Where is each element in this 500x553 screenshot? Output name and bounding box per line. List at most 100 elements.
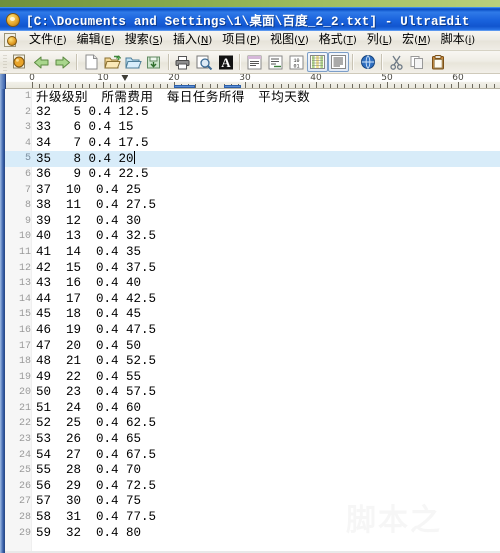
back-arrow-icon[interactable] — [31, 52, 52, 72]
editor-line[interactable]: 20 50 23 0.4 57.5 — [5, 385, 500, 401]
editor-line[interactable]: 7 37 10 0.4 25 — [5, 183, 500, 199]
column-mode-icon[interactable] — [307, 52, 328, 72]
editor-line[interactable]: 11 41 14 0.4 35 — [5, 245, 500, 261]
hex-edit-icon[interactable]: 10 01 — [286, 52, 307, 72]
line-text[interactable]: 48 21 0.4 52.5 — [36, 354, 156, 370]
open-file-icon[interactable] — [102, 52, 123, 72]
forward-arrow-icon[interactable] — [52, 52, 73, 72]
menu-item-view[interactable]: 视图(V) — [265, 31, 314, 50]
save-all-icon[interactable] — [144, 52, 165, 72]
editor-line[interactable]: 18 48 21 0.4 52.5 — [5, 354, 500, 370]
editor-line[interactable]: 16 46 19 0.4 47.5 — [5, 323, 500, 339]
editor-line[interactable]: 21 51 24 0.4 60 — [5, 401, 500, 417]
editor-line[interactable]: 25 55 28 0.4 70 — [5, 463, 500, 479]
ruler-indent-marker[interactable] — [223, 85, 241, 88]
document-ball-icon[interactable] — [4, 33, 19, 48]
editor-line[interactable]: 27 57 30 0.4 75 — [5, 494, 500, 510]
editor-line[interactable]: 23 53 26 0.4 65 — [5, 432, 500, 448]
line-text[interactable]: 50 23 0.4 57.5 — [36, 385, 156, 401]
ruler-tick — [60, 84, 62, 88]
line-text[interactable]: 54 27 0.4 67.5 — [36, 448, 156, 464]
line-text[interactable]: 55 28 0.4 70 — [36, 463, 141, 479]
ruler-tick — [287, 84, 289, 88]
editor-line[interactable]: 6 36 9 0.4 22.5 — [5, 167, 500, 183]
menu-item-macro[interactable]: 宏(M) — [397, 31, 435, 50]
editor-line[interactable]: 29 59 32 0.4 80 — [5, 526, 500, 542]
line-text[interactable]: 56 29 0.4 72.5 — [36, 479, 156, 495]
code-text-area[interactable]: 1 升级级别 所需费用 每日任务所得 平均天数 2 32 5 0.4 12.5 3 33 … — [5, 89, 500, 553]
line-text[interactable]: 58 31 0.4 77.5 — [36, 510, 156, 526]
editor-line[interactable]: 4 34 7 0.4 17.5 — [5, 136, 500, 152]
menu-item-format[interactable]: 格式(T) — [314, 31, 362, 50]
title-bar[interactable]: [C:\Documents and Settings\1\桌面\百度_2_2.t… — [0, 7, 500, 31]
editor-line[interactable]: 5 35 8 0.4 20 — [5, 151, 500, 167]
menu-item-file[interactable]: 文件(F) — [24, 31, 72, 50]
line-text[interactable]: 45 18 0.4 45 — [36, 307, 141, 323]
line-text[interactable]: 52 25 0.4 62.5 — [36, 416, 156, 432]
editor-line[interactable]: 24 54 27 0.4 67.5 — [5, 448, 500, 464]
line-text[interactable]: 33 6 0.4 15 — [36, 120, 134, 136]
ruler-tick — [323, 84, 325, 88]
line-text[interactable]: 35 8 0.4 20 — [36, 151, 135, 168]
ruler-indent-marker[interactable] — [174, 85, 196, 88]
line-text[interactable]: 43 16 0.4 40 — [36, 276, 141, 292]
line-text[interactable]: 39 12 0.4 30 — [36, 214, 141, 230]
line-text[interactable]: 37 10 0.4 25 — [36, 183, 141, 199]
menu-item-edit[interactable]: 编辑(E) — [72, 31, 120, 50]
editor-line[interactable]: 2 32 5 0.4 12.5 — [5, 105, 500, 121]
editor-line[interactable]: 28 58 31 0.4 77.5 — [5, 510, 500, 526]
editor-line[interactable]: 26 56 29 0.4 72.5 — [5, 479, 500, 495]
cut-icon[interactable] — [386, 52, 407, 72]
editor-line[interactable]: 14 44 17 0.4 42.5 — [5, 292, 500, 308]
line-text[interactable]: 32 5 0.4 12.5 — [36, 105, 149, 121]
line-text[interactable]: 44 17 0.4 42.5 — [36, 292, 156, 308]
paste-icon[interactable] — [428, 52, 449, 72]
line-number: 25 — [18, 465, 31, 477]
line-text[interactable]: 40 13 0.4 32.5 — [36, 229, 156, 245]
save-file-icon[interactable] — [123, 52, 144, 72]
font-icon[interactable]: A — [215, 52, 236, 72]
menu-item-search[interactable]: 搜索(S) — [120, 31, 168, 50]
line-text[interactable]: 46 19 0.4 47.5 — [36, 323, 156, 339]
print-icon[interactable] — [173, 52, 194, 72]
line-text[interactable]: 升级级别 所需费用 每日任务所得 平均天数 — [36, 89, 310, 105]
editor-line[interactable]: 1 升级级别 所需费用 每日任务所得 平均天数 — [5, 89, 500, 105]
new-project-icon[interactable] — [10, 52, 31, 72]
editor-line[interactable]: 3 33 6 0.4 15 — [5, 120, 500, 136]
line-text[interactable]: 38 11 0.4 27.5 — [36, 198, 156, 214]
menu-item-project[interactable]: 项目(P) — [217, 31, 265, 50]
line-text[interactable]: 49 22 0.4 55 — [36, 370, 141, 386]
editor-line[interactable]: 15 45 18 0.4 45 — [5, 307, 500, 323]
ruler-tick — [46, 84, 48, 88]
editor-line[interactable]: 9 39 12 0.4 30 — [5, 214, 500, 230]
editor-line[interactable]: 22 52 25 0.4 62.5 — [5, 416, 500, 432]
line-text[interactable]: 36 9 0.4 22.5 — [36, 167, 149, 183]
ruler-tab-marker[interactable] — [121, 75, 129, 81]
line-text[interactable]: 51 24 0.4 60 — [36, 401, 141, 417]
editor-line[interactable]: 19 49 22 0.4 55 — [5, 370, 500, 386]
editor-line[interactable]: 17 47 20 0.4 50 — [5, 339, 500, 355]
ruler[interactable]: 0 10 20 30 40 50 60 — [6, 74, 500, 89]
word-wrap-icon[interactable] — [244, 52, 265, 72]
toolbar-grip[interactable] — [3, 53, 7, 71]
line-text[interactable]: 42 15 0.4 37.5 — [36, 261, 156, 277]
menu-item-script[interactable]: 脚本(i) — [436, 31, 481, 50]
list-view-icon[interactable] — [328, 52, 349, 72]
editor-line[interactable]: 10 40 13 0.4 32.5 — [5, 229, 500, 245]
spell-check-icon[interactable] — [357, 52, 378, 72]
print-preview-icon[interactable] — [194, 52, 215, 72]
editor-line[interactable]: 12 42 15 0.4 37.5 — [5, 261, 500, 277]
line-numbers-icon[interactable] — [265, 52, 286, 72]
line-text[interactable]: 57 30 0.4 75 — [36, 494, 141, 510]
new-file-icon[interactable] — [81, 52, 102, 72]
menu-item-insert[interactable]: 插入(N) — [168, 31, 217, 50]
line-text[interactable]: 47 20 0.4 50 — [36, 339, 141, 355]
line-text[interactable]: 41 14 0.4 35 — [36, 245, 141, 261]
line-text[interactable]: 34 7 0.4 17.5 — [36, 136, 149, 152]
line-text[interactable]: 53 26 0.4 65 — [36, 432, 141, 448]
line-text[interactable]: 59 32 0.4 80 — [36, 526, 141, 542]
menu-item-column[interactable]: 列(L) — [362, 31, 397, 50]
editor-line[interactable]: 13 43 16 0.4 40 — [5, 276, 500, 292]
copy-icon[interactable] — [407, 52, 428, 72]
editor-line[interactable]: 8 38 11 0.4 27.5 — [5, 198, 500, 214]
